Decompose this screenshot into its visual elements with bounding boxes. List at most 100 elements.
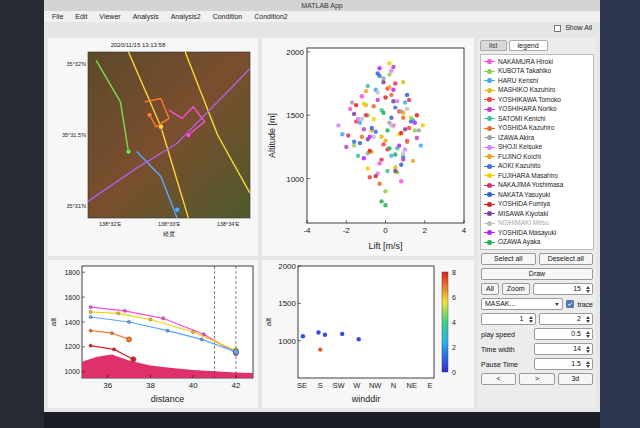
up-arrow-icon[interactable]: [529, 316, 533, 319]
pilot-dropdown[interactable]: MASAK...: [481, 298, 563, 310]
legend-row[interactable]: FUJINO Koichi: [484, 152, 590, 162]
data-point: [389, 116, 393, 120]
pilot-name: YOSHIDA Masayuki: [498, 229, 556, 237]
legend-row[interactable]: YOSHIDA Kazuhiro: [484, 124, 590, 134]
spinner-arrows-icon[interactable]: [584, 286, 592, 293]
down-arrow-icon[interactable]: [586, 290, 590, 293]
spinner-arrows-icon[interactable]: [527, 316, 535, 323]
spinner[interactable]: 2: [539, 313, 594, 325]
legend-row[interactable]: YOSHIDA Masayuki: [484, 228, 590, 238]
legend-row[interactable]: HARU Kenshi: [484, 76, 590, 86]
menu-item[interactable]: Edit: [75, 13, 87, 21]
spinner-value[interactable]: 1.5: [535, 359, 584, 369]
legend-row[interactable]: NAKAJIMA Yoshimasa: [484, 181, 590, 191]
spinner-arrows-icon[interactable]: [584, 346, 592, 353]
dropdown-caret-icon[interactable]: [555, 303, 559, 306]
up-arrow-icon[interactable]: [586, 286, 590, 289]
check-icon: [567, 301, 573, 307]
down-arrow-icon[interactable]: [586, 320, 590, 323]
plot-area: [307, 48, 464, 223]
pilot-name: SATOMI Kenichi: [498, 115, 545, 123]
spinner[interactable]: 1.5: [534, 358, 593, 370]
legend-row[interactable]: IZAWA Akira: [484, 133, 590, 143]
menu-item[interactable]: Condition2: [254, 13, 287, 21]
spinner-value[interactable]: 1: [482, 314, 527, 324]
legend-row[interactable]: SATOMI Kenichi: [484, 114, 590, 124]
map-image[interactable]: [88, 52, 250, 218]
tab[interactable]: legend: [509, 40, 548, 51]
data-point: [376, 98, 380, 102]
spinner-value[interactable]: 2: [540, 314, 585, 324]
legend-row[interactable]: NAKATA Yasuyuki: [484, 190, 590, 200]
data-point: [149, 318, 152, 321]
spinner-value[interactable]: 14: [535, 344, 584, 354]
legend-row[interactable]: OZAWA Ayaka: [484, 238, 590, 248]
data-point: [323, 333, 327, 337]
legend-row[interactable]: MASHIKO Kazuhiro: [484, 86, 590, 96]
up-arrow-icon[interactable]: [586, 346, 590, 349]
legend-swatch-icon: [484, 220, 495, 227]
all-button[interactable]: All: [481, 283, 499, 295]
menu-item[interactable]: Analysis2: [171, 13, 201, 21]
axis-label: 42: [231, 381, 240, 390]
legend-row[interactable]: NAKAMURA Hiroki: [484, 57, 590, 67]
deselect-all-button[interactable]: Deselect all: [539, 253, 594, 265]
spinner-value[interactable]: 0.5: [535, 329, 584, 339]
axis-label: 2000: [286, 48, 304, 57]
down-arrow-icon[interactable]: [586, 365, 590, 368]
menu-item[interactable]: Analysis: [133, 13, 159, 21]
legend-row[interactable]: FUJIHARA Masahiro: [484, 171, 590, 181]
control-row: <>3d: [481, 373, 593, 385]
show-all-checkbox[interactable]: [554, 25, 561, 32]
legend-row[interactable]: YOSHIKAWA Tomoko: [484, 95, 590, 105]
draw-button[interactable]: Draw: [481, 268, 593, 280]
spinner[interactable]: 14: [534, 343, 593, 355]
next-button[interactable]: >: [519, 373, 554, 385]
down-arrow-icon[interactable]: [586, 335, 590, 338]
down-arrow-icon[interactable]: [529, 320, 533, 323]
down-arrow-icon[interactable]: [586, 350, 590, 353]
up-arrow-icon[interactable]: [586, 316, 590, 319]
up-arrow-icon[interactable]: [586, 361, 590, 364]
pilot-name: FUJINO Koichi: [498, 153, 541, 161]
spinner[interactable]: 0.5: [534, 328, 593, 340]
legend-row[interactable]: KUBOTA Takahiko: [484, 67, 590, 77]
spinner-arrows-icon[interactable]: [584, 331, 592, 338]
menu-item[interactable]: Viewer: [99, 13, 120, 21]
legend-row[interactable]: NISHIMAKI Mitsu: [484, 219, 590, 229]
spinner-value[interactable]: 15: [534, 284, 584, 294]
spinner[interactable]: 15: [533, 283, 593, 295]
data-point: [318, 347, 322, 351]
legend-row[interactable]: MISAWA Kiyotaki: [484, 209, 590, 219]
legend-swatch-icon: [484, 229, 495, 236]
legend-row[interactable]: YOSHIHARA Noriko: [484, 105, 590, 115]
data-point: [421, 123, 425, 127]
select-all-button[interactable]: Select all: [481, 253, 536, 265]
up-arrow-icon[interactable]: [586, 331, 590, 334]
legend-row[interactable]: YOSHIDA Fumiya: [484, 200, 590, 210]
menu-item[interactable]: Condition: [213, 13, 243, 21]
data-point: [403, 127, 407, 131]
spinner-arrows-icon[interactable]: [584, 361, 592, 368]
menu-item[interactable]: File: [52, 13, 63, 21]
data-point: [89, 329, 92, 332]
trace-checkbox[interactable]: [566, 300, 574, 308]
background: [600, 0, 640, 428]
spinner-arrows-icon[interactable]: [584, 316, 592, 323]
trace-label[interactable]: trace: [577, 300, 593, 309]
previous-button[interactable]: <: [481, 373, 516, 385]
dropdown-value[interactable]: MASAK...: [482, 299, 555, 309]
pilot-name: KUBOTA Takahiko: [498, 67, 551, 75]
data-point: [383, 203, 387, 207]
data-point: [162, 317, 165, 320]
data-point: [387, 146, 391, 150]
pilot-name: NISHIMAKI Mitsu: [498, 219, 549, 227]
view-3d-button[interactable]: 3d: [558, 373, 593, 385]
legend-row[interactable]: AOKI Kazuhito: [484, 162, 590, 172]
show-all-label[interactable]: Show All: [565, 24, 592, 32]
legend-row[interactable]: SHOJI Keisuke: [484, 143, 590, 153]
data-point: [89, 344, 92, 347]
tab[interactable]: list: [480, 40, 507, 51]
spinner[interactable]: 1: [481, 313, 536, 325]
zoom-button[interactable]: Zoom: [502, 283, 530, 295]
